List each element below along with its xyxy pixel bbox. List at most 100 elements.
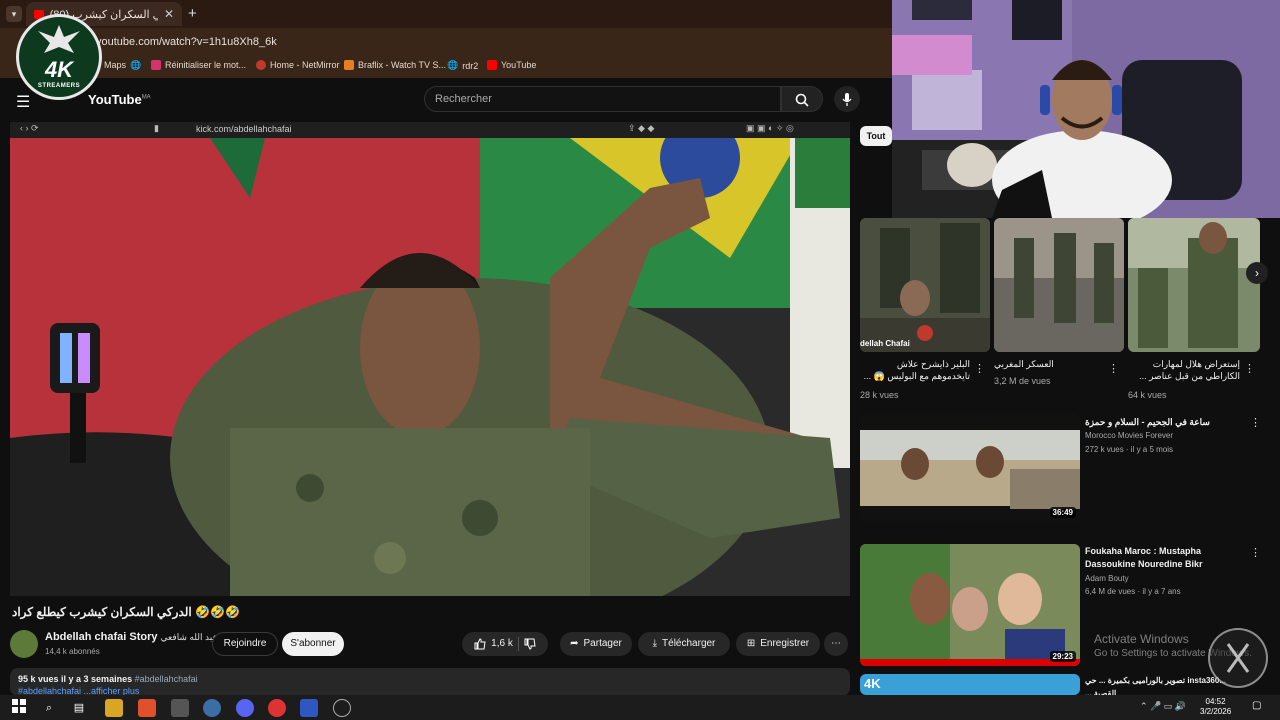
- obs-icon[interactable]: [333, 699, 351, 717]
- hashtag-link[interactable]: #abdellahchafai: [135, 674, 198, 684]
- bookmark-label: Réinitialiser le mot...: [165, 60, 247, 70]
- channel-name-text: Abdellah chafai Story: [45, 631, 158, 643]
- file-explorer-icon[interactable]: [105, 699, 123, 717]
- save-label: Enregistrer: [760, 638, 810, 649]
- more-actions-button[interactable]: ⋯: [824, 632, 848, 656]
- short-title[interactable]: البلير ذايشرح علاش تايخدموهم مع البوليس …: [860, 358, 970, 382]
- notification-icon[interactable]: ▢: [1252, 700, 1261, 711]
- short-thumbnail[interactable]: dellah Chafai: [860, 218, 990, 352]
- short-views: 28 k vues: [860, 390, 899, 400]
- video-thumbnail[interactable]: 36:49: [860, 414, 1080, 522]
- bookmark-maps[interactable]: Maps: [104, 60, 126, 70]
- system-tray-icons[interactable]: ⌃ 🎤 ▭ 🔊: [1140, 701, 1186, 712]
- short-thumbnail[interactable]: [1128, 218, 1260, 352]
- video-title[interactable]: Foukaha Maroc : Mustapha Dassoukine Nour…: [1085, 545, 1245, 571]
- join-button[interactable]: Rejoindre: [212, 632, 278, 656]
- views-date: 95 k vues il y a 3 semaines: [18, 674, 133, 684]
- video-thumbnail[interactable]: 4K: [860, 674, 1080, 695]
- tab-search-icon[interactable]: ▾: [6, 6, 22, 22]
- short-title[interactable]: إستعراض هلال لمهارات الكاراطي من قبل عنا…: [1128, 358, 1240, 382]
- taskbar-clock[interactable]: 04:52 3/2/2026: [1200, 697, 1231, 717]
- description-meta: 95 k vues il y a 3 semaines #abdellahcha…: [18, 674, 198, 684]
- logo-big-text: 4K: [44, 57, 74, 82]
- bookmark-youtube[interactable]: YouTube: [487, 60, 536, 70]
- netmirror-icon: [256, 60, 266, 70]
- bookmark-netmirror[interactable]: Home - NetMirror: [256, 60, 340, 70]
- download-icon: ⤓: [652, 638, 658, 649]
- search-icon[interactable]: ⌕: [40, 699, 58, 717]
- channel-name[interactable]: Abdellah chafai Story عبد الله شافعي: [45, 631, 218, 643]
- clock-time: 04:52: [1205, 697, 1226, 706]
- channel-avatar[interactable]: [10, 630, 38, 658]
- save-button[interactable]: ⊞ Enregistrer: [736, 632, 820, 656]
- chrome-icon[interactable]: [203, 699, 221, 717]
- carousel-next-icon[interactable]: ›: [1246, 262, 1268, 284]
- discord-icon[interactable]: [236, 699, 254, 717]
- video-more-icon[interactable]: ⋮: [1250, 546, 1261, 559]
- bookmark-instagram[interactable]: Réinitialiser le mot...: [151, 60, 246, 70]
- recorder-icon[interactable]: [268, 699, 286, 717]
- short-title[interactable]: العسكر المغربي: [994, 358, 1104, 370]
- store-icon[interactable]: [171, 699, 189, 717]
- logo-country: MA: [141, 94, 151, 101]
- bookmark-braflix[interactable]: Braflix - Watch TV S...: [344, 60, 446, 70]
- video-duration: 36:49: [1049, 507, 1076, 518]
- back-icon: ‹ › ⟳: [20, 123, 39, 133]
- short-thumb-image: [860, 218, 990, 352]
- like-count: 1,6 k: [491, 638, 513, 649]
- download-button[interactable]: ⤓ Télécharger: [638, 632, 730, 656]
- share-icon: ⇪ ◆ ◆: [628, 123, 655, 133]
- like-dislike-group: 1,6 k: [462, 632, 548, 656]
- like-button[interactable]: 1,6 k: [474, 632, 513, 656]
- tab-close-icon[interactable]: ✕: [164, 7, 174, 21]
- short-thumb-label: dellah Chafai: [860, 339, 910, 348]
- bookmark-label: Home - NetMirror: [270, 60, 340, 70]
- app-icon[interactable]: [300, 699, 318, 717]
- new-tab-button[interactable]: +: [188, 5, 197, 22]
- globe-icon: 🌐: [447, 60, 459, 70]
- search-input[interactable]: Rechercher: [424, 86, 781, 112]
- watermark-x-glyph: [1226, 643, 1250, 673]
- save-playlist-icon: ⊞: [746, 638, 756, 649]
- address-bar-url[interactable]: youtube.com/watch?v=1h1u8Xh8_6k: [96, 32, 796, 52]
- search-button[interactable]: [781, 86, 823, 112]
- bookmark-rdr2[interactable]: 🌐 rdr2: [447, 60, 478, 71]
- brave-icon[interactable]: [138, 699, 156, 717]
- video-title[interactable]: ساعة في الجحيم - السلام و حمزة: [1085, 416, 1245, 429]
- bookmark-label: rdr2: [462, 60, 479, 71]
- video-player[interactable]: [10, 138, 850, 596]
- short-more-icon[interactable]: ⋮: [1244, 362, 1255, 375]
- bookmark-globe[interactable]: 🌐: [130, 60, 141, 71]
- webcam-frame: [892, 0, 1280, 218]
- youtube-logo[interactable]: YouTubeMA: [88, 92, 151, 107]
- subscribe-button[interactable]: S'abonner: [282, 632, 344, 656]
- video-more-icon[interactable]: ⋮: [1250, 416, 1261, 429]
- embedded-browser-toolbar: [10, 122, 850, 138]
- voice-search-button[interactable]: [834, 86, 860, 112]
- thumbs-up-icon: [474, 638, 486, 650]
- video-thumbnail[interactable]: 29:23: [860, 544, 1080, 666]
- download-label: Télécharger: [662, 638, 716, 649]
- short-thumb-image: [1128, 218, 1260, 352]
- bookmark-label: Maps: [104, 60, 127, 70]
- clock-date: 3/2/2026: [1200, 707, 1232, 716]
- instagram-icon: [151, 60, 161, 70]
- windows-start-icon[interactable]: [10, 699, 28, 717]
- short-more-icon[interactable]: ⋮: [1108, 362, 1119, 375]
- windows-logo-glyph: [12, 699, 26, 713]
- eagle-icon: [38, 25, 80, 53]
- short-more-icon[interactable]: ⋮: [974, 362, 985, 375]
- share-button[interactable]: ➦ Partager: [560, 632, 632, 656]
- thumb-4k-label: 4K: [864, 676, 881, 691]
- menu-icon[interactable]: ☰: [16, 92, 30, 112]
- globe-icon: 🌐: [130, 60, 142, 70]
- video-title: الدركي السكران كيشرب كيطلع كراد 🤣🤣🤣: [12, 605, 240, 619]
- logo-small-text: STREAMERS: [37, 83, 81, 89]
- video-channel[interactable]: Morocco Movies Forever: [1085, 431, 1173, 440]
- task-view-icon[interactable]: ▤: [70, 699, 88, 717]
- filter-chip-all[interactable]: Tout: [860, 126, 892, 146]
- thumbs-down-icon[interactable]: [524, 638, 536, 650]
- short-thumbnail[interactable]: [994, 218, 1124, 352]
- video-channel[interactable]: Adam Bouty: [1085, 574, 1129, 583]
- thumb-image: [860, 544, 1080, 666]
